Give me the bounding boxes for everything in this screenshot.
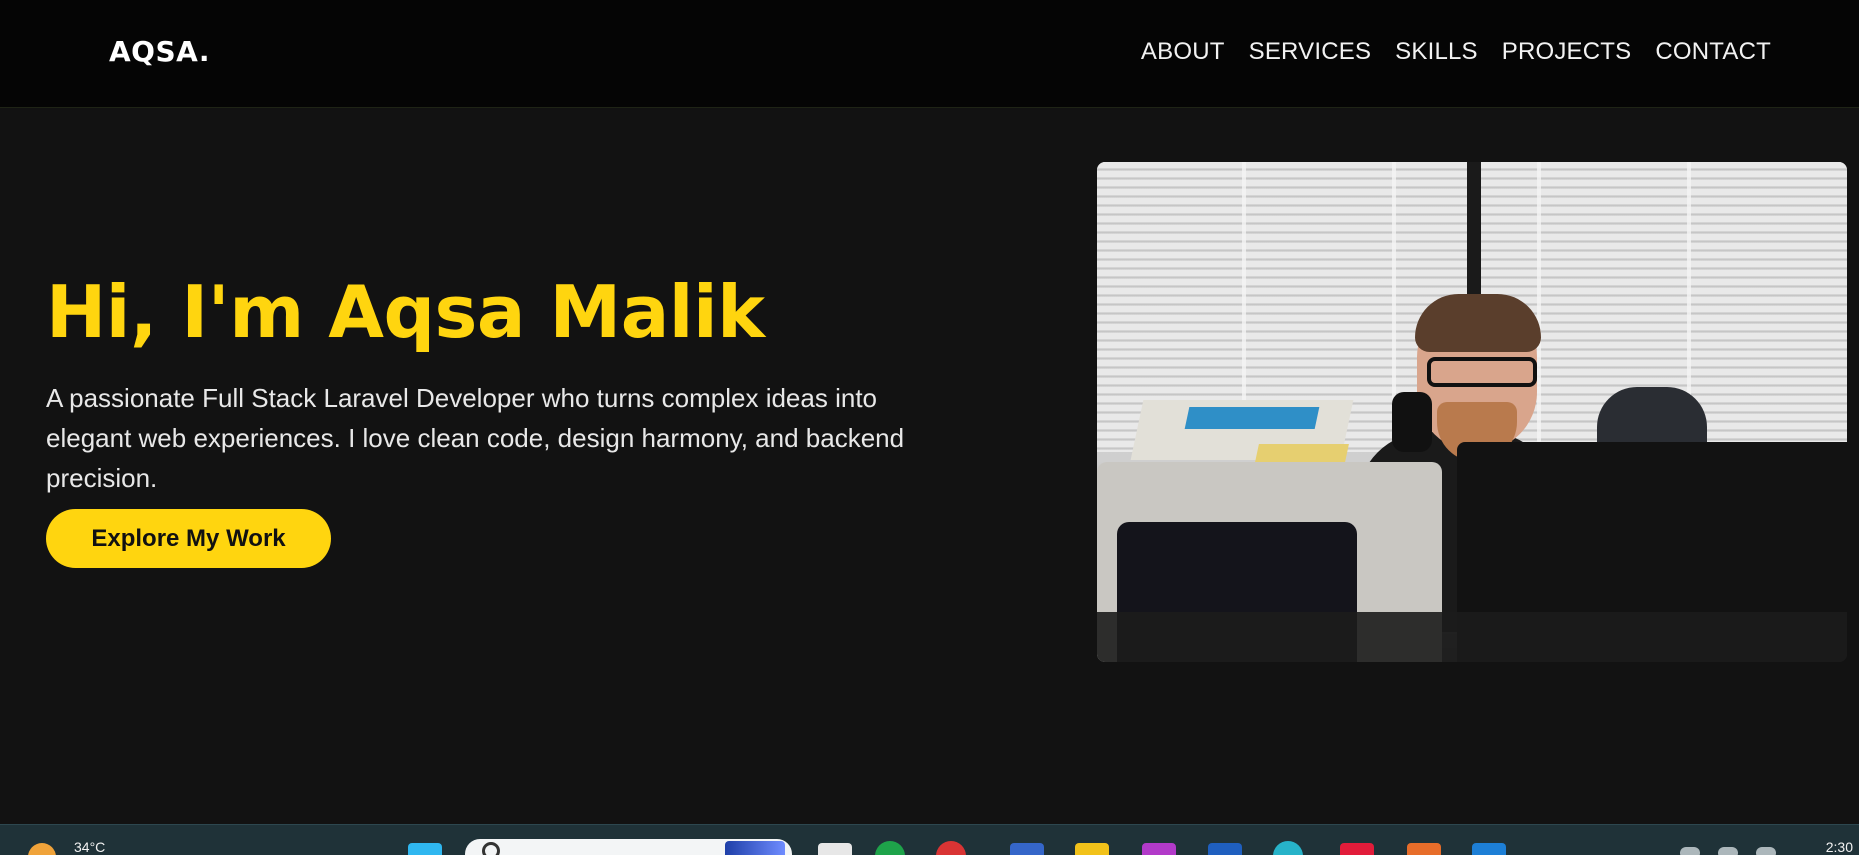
top-navbar: AQSA. ABOUT SERVICES SKILLS PROJECTS CON… [0, 0, 1859, 108]
app-red-icon[interactable] [1340, 843, 1374, 855]
nav-link-projects[interactable]: PROJECTS [1502, 38, 1632, 66]
desk-foreground [1097, 612, 1847, 662]
yellow-paper [1255, 444, 1349, 462]
nav-link-about[interactable]: ABOUT [1141, 38, 1225, 66]
portfolio-page: AQSA. ABOUT SERVICES SKILLS PROJECTS CON… [0, 0, 1859, 855]
taskbar-clock[interactable]: 2:30 [1826, 839, 1853, 855]
blind-cord [1537, 162, 1541, 452]
app-orange-icon[interactable] [1407, 843, 1441, 855]
weather-temperature[interactable]: 34°C [74, 839, 105, 855]
blue-folder [1184, 407, 1320, 429]
volume-icon[interactable] [1718, 847, 1738, 855]
hero-description: A passionate Full Stack Laravel Develope… [46, 383, 905, 493]
nav-link-skills[interactable]: SKILLS [1395, 38, 1478, 66]
chrome-icon[interactable] [936, 841, 966, 855]
person-hair [1415, 294, 1541, 352]
browser-icon[interactable] [1273, 841, 1303, 855]
file-icon[interactable] [818, 843, 852, 855]
search-icon [482, 842, 500, 855]
instagram-icon[interactable] [1142, 843, 1176, 855]
nav-link-contact[interactable]: CONTACT [1655, 38, 1771, 66]
wifi-icon[interactable] [1680, 847, 1700, 855]
main-nav: ABOUT SERVICES SKILLS PROJECTS CONTACT [1141, 38, 1771, 66]
os-taskbar: 34°C 2:30 [0, 824, 1859, 855]
store-icon[interactable] [1208, 843, 1242, 855]
glasses [1427, 357, 1537, 387]
vscode-icon[interactable] [1472, 843, 1506, 855]
search-highlight-icon [725, 841, 785, 855]
hero-photo [1097, 162, 1847, 662]
site-logo[interactable]: AQSA. [109, 35, 210, 68]
phone-handset [1392, 392, 1432, 452]
weather-sun-icon[interactable] [28, 843, 56, 855]
hero-title: Hi, I'm Aqsa Malik [46, 270, 765, 354]
battery-icon[interactable] [1756, 847, 1776, 855]
edge-icon[interactable] [1010, 843, 1044, 855]
windows-start-icon[interactable] [408, 843, 442, 855]
folder-icon[interactable] [1075, 843, 1109, 855]
nav-link-services[interactable]: SERVICES [1249, 38, 1372, 66]
whatsapp-icon[interactable] [875, 841, 905, 855]
hero-section: Hi, I'm Aqsa Malik A passionate Full Sta… [0, 108, 1859, 824]
explore-work-button[interactable]: Explore My Work [46, 509, 331, 568]
